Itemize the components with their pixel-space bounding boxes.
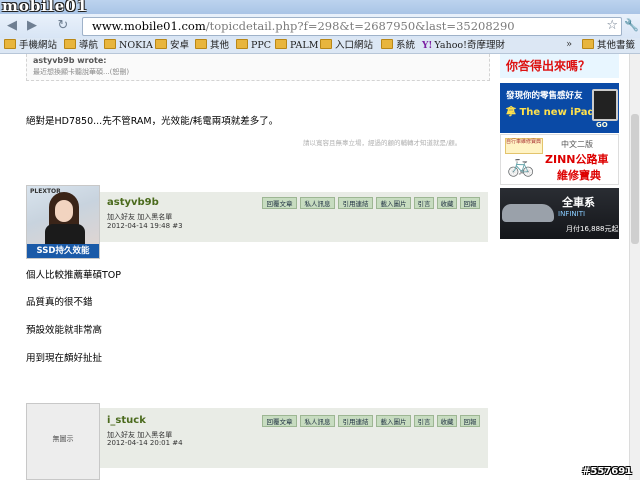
quote-button[interactable]: 引言 bbox=[414, 415, 434, 427]
reload-icon[interactable]: ↻ bbox=[55, 18, 71, 34]
tab-strip: mobile01 bbox=[0, 0, 640, 15]
avatar[interactable]: PLEXTOR SSD持久效能 bbox=[26, 185, 100, 259]
url-text[interactable]: www.mobile01.com/topicdetail.php?f=298&t… bbox=[92, 19, 515, 34]
report-button[interactable]: 回報 bbox=[460, 197, 480, 209]
browser-toolbar: ◀ ▶ ↻ www.mobile01.com/topicdetail.php?f… bbox=[0, 14, 640, 38]
vertical-scrollbar[interactable] bbox=[629, 54, 640, 480]
reply-button[interactable]: 回覆文章 bbox=[262, 415, 297, 427]
ad-banner-quiz[interactable]: 你答得出來嗎？ bbox=[500, 54, 619, 78]
bookmark-item[interactable]: 導航 bbox=[64, 39, 98, 52]
private-message-button[interactable]: 私人訊息 bbox=[300, 197, 335, 209]
address-bar[interactable]: www.mobile01.com/topicdetail.php?f=298&t… bbox=[82, 17, 622, 36]
post-date: 2012-04-14 19:48 #3 bbox=[107, 222, 183, 230]
other-bookmarks[interactable]: 其他書籤 bbox=[582, 39, 635, 52]
friend-links[interactable]: 加入好友 加入黑名單 bbox=[107, 212, 172, 222]
ad-banner-bike-book[interactable]: 自行車維修寶典 🚲 中文二版 ZINN公路車 維修寶典 bbox=[500, 134, 619, 185]
ad-banner-infiniti[interactable]: 全車系 INFINITI 月付16,888元起 bbox=[500, 188, 619, 239]
page-viewport: astyvb9b wrote: 最近想換顯卡聽說華碩...(恕刪) 絕對是HD7… bbox=[0, 54, 629, 480]
star-icon[interactable]: ☆ bbox=[606, 18, 618, 34]
forward-arrow-icon[interactable]: ▶ bbox=[24, 18, 40, 34]
avatar[interactable]: 無圖示 bbox=[26, 403, 100, 480]
car-image bbox=[502, 204, 554, 222]
folder-icon bbox=[582, 39, 594, 49]
bookmarks-bar: 手機網站 導航 NOKIA 安卓 其他 PPC PALM 入口網站 系統 Y! Y… bbox=[0, 38, 640, 54]
favorite-button[interactable]: 收藏 bbox=[437, 197, 457, 209]
bookmark-item[interactable]: 系統 bbox=[381, 39, 415, 52]
load-images-button[interactable]: 載入圖片 bbox=[376, 415, 411, 427]
folder-icon bbox=[155, 39, 167, 49]
quote-author: astyvb9b wrote: bbox=[33, 56, 107, 65]
bookmark-item[interactable]: Y! Yahoo!奇摩理財 bbox=[422, 39, 505, 53]
signature: 請以寬容且無辜立場，經過的顧的輔轉才知道就是/顧。 bbox=[303, 139, 462, 147]
bookmark-item[interactable]: PPC bbox=[236, 39, 271, 52]
reply-button[interactable]: 回覆文章 bbox=[262, 197, 297, 209]
bicycle-icon: 🚲 bbox=[507, 153, 535, 178]
folder-icon bbox=[236, 39, 248, 49]
post-body-line: 用到現在頗好扯扯 bbox=[26, 353, 103, 364]
ad-banner-ipad[interactable]: 發現你的零售感好友 拿 The new iPad GO bbox=[500, 83, 619, 133]
quote-link-button[interactable]: 引用連結 bbox=[338, 197, 373, 209]
folder-icon bbox=[4, 39, 16, 49]
chevron-right-icon[interactable]: » bbox=[566, 39, 572, 50]
scrollbar-thumb[interactable] bbox=[631, 114, 639, 244]
bookmark-item[interactable]: 安卓 bbox=[155, 39, 189, 52]
folder-icon bbox=[275, 39, 287, 49]
image-id-overlay: #557691 bbox=[582, 466, 633, 477]
report-button[interactable]: 回報 bbox=[460, 415, 480, 427]
folder-icon bbox=[104, 39, 116, 49]
folder-icon bbox=[320, 39, 332, 49]
back-arrow-icon[interactable]: ◀ bbox=[4, 18, 20, 34]
username[interactable]: astyvb9b bbox=[107, 197, 159, 208]
username[interactable]: i_stuck bbox=[107, 415, 146, 426]
tablet-icon bbox=[592, 89, 618, 121]
private-message-button[interactable]: 私人訊息 bbox=[300, 415, 335, 427]
bookmark-item[interactable]: 其他 bbox=[195, 39, 229, 52]
wrench-icon[interactable]: 🔧 bbox=[624, 18, 639, 32]
bookmark-item[interactable]: 入口網站 bbox=[320, 39, 373, 52]
folder-icon bbox=[381, 39, 393, 49]
post-date: 2012-04-14 20:01 #4 bbox=[107, 439, 183, 447]
avatar-brand: PLEXTOR bbox=[30, 188, 61, 195]
bookmark-item[interactable]: 手機網站 bbox=[4, 39, 57, 52]
avatar-caption: SSD持久效能 bbox=[27, 244, 99, 258]
post-body-line: 品質真的很不錯 bbox=[26, 297, 93, 308]
post-body-line: 預設效能就非常高 bbox=[26, 325, 103, 336]
quote-button[interactable]: 引言 bbox=[414, 197, 434, 209]
yahoo-icon: Y! bbox=[422, 41, 433, 51]
bookmark-item[interactable]: NOKIA bbox=[104, 39, 153, 52]
quote-text: 最近想換顯卡聽說華碩...(恕刪) bbox=[33, 68, 130, 76]
quote-box: astyvb9b wrote: 最近想換顯卡聽說華碩...(恕刪) bbox=[26, 54, 490, 81]
no-avatar-label: 無圖示 bbox=[52, 435, 74, 443]
load-images-button[interactable]: 載入圖片 bbox=[376, 197, 411, 209]
favorite-button[interactable]: 收藏 bbox=[437, 415, 457, 427]
post-body-line: 個人比較推薦華碩TOP bbox=[26, 270, 122, 281]
bookmark-item[interactable]: PALM bbox=[275, 39, 318, 52]
folder-icon bbox=[64, 39, 76, 49]
watermark-logo: mobile01 bbox=[2, 0, 89, 15]
reply-text: 絕對是HD7850...先不管RAM，光效能/耗電兩項就差多了。 bbox=[26, 116, 279, 127]
quote-link-button[interactable]: 引用連結 bbox=[338, 415, 373, 427]
folder-icon bbox=[195, 39, 207, 49]
